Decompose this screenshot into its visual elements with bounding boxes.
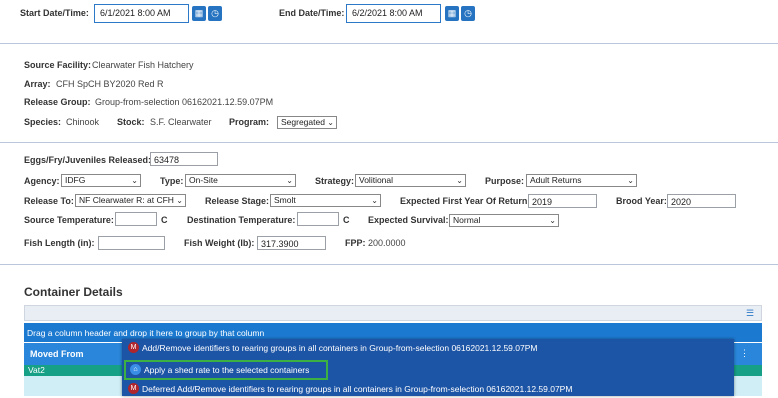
program-label: Program:: [229, 117, 270, 127]
column-menu-icon[interactable]: ⋮: [740, 348, 749, 359]
end-calendar-icon[interactable]: ▦: [445, 6, 459, 21]
start-date-input[interactable]: 6/1/2021 8:00 AM: [94, 4, 189, 23]
divider: [0, 264, 778, 265]
grid-toolbar: [24, 305, 762, 321]
menu-item-apply-shed-rate[interactable]: ⌂ Apply a shed rate to the selected cont…: [124, 360, 328, 380]
m-circle-icon: M: [128, 383, 139, 394]
released-label: Eggs/Fry/Juveniles Released:: [24, 155, 152, 165]
type-label: Type:: [160, 176, 184, 186]
array-value: CFH SpCH BY2020 Red R: [56, 79, 164, 89]
strategy-label: Strategy:: [315, 176, 355, 186]
group-panel-hint: Drag a column header and drop it here to…: [27, 328, 265, 338]
type-select[interactable]: On-Site ⌄: [185, 174, 296, 187]
end-clock-icon[interactable]: ◷: [461, 6, 475, 21]
fpp-value: 200.0000: [368, 238, 406, 248]
release-stage-label: Release Stage:: [205, 196, 270, 206]
source-temperature-input[interactable]: [115, 212, 157, 226]
end-date-label: End Date/Time:: [279, 8, 345, 18]
array-label: Array:: [24, 79, 51, 89]
container-details-title: Container Details: [24, 285, 123, 299]
program-select[interactable]: Segregated ⌄: [277, 116, 337, 129]
fish-length-label: Fish Length (in):: [24, 238, 95, 248]
destination-temperature-input[interactable]: [297, 212, 339, 226]
stock-label: Stock:: [117, 117, 145, 127]
start-date-label: Start Date/Time:: [20, 8, 89, 18]
agency-label: Agency:: [24, 176, 60, 186]
column-chooser-icon[interactable]: ☰: [746, 308, 756, 318]
purpose-select[interactable]: Adult Returns ⌄: [526, 174, 637, 187]
divider: [0, 43, 778, 44]
brood-year-input[interactable]: 2020: [667, 194, 736, 208]
menu-item-add-remove-identifiers[interactable]: M Add/Remove identifiers to rearing grou…: [122, 339, 734, 357]
strategy-select[interactable]: Volitional ⌄: [355, 174, 466, 187]
brood-year-label: Brood Year:: [616, 196, 667, 206]
first-year-return-label: Expected First Year Of Return:: [400, 196, 531, 206]
destination-temperature-label: Destination Temperature:: [187, 215, 296, 225]
m-circle-icon: M: [128, 342, 139, 353]
release-group-label: Release Group:: [24, 97, 91, 107]
destination-temperature-unit: C: [343, 215, 350, 225]
expected-survival-select[interactable]: Normal ⌄: [449, 214, 559, 227]
source-facility-label: Source Facility:: [24, 60, 92, 70]
fish-weight-input[interactable]: 317.3900: [257, 236, 326, 250]
menu-item-label: Apply a shed rate to the selected contai…: [144, 365, 310, 375]
release-to-label: Release To:: [24, 196, 74, 206]
menu-item-label: Add/Remove identifiers to rearing groups…: [142, 343, 538, 353]
release-to-select[interactable]: NF Clearwater R: at CFH ⌄: [75, 194, 186, 207]
menu-item-deferred-add-remove[interactable]: M Deferred Add/Remove identifiers to rea…: [122, 380, 734, 398]
expected-survival-label: Expected Survival:: [368, 215, 449, 225]
source-facility-value: Clearwater Fish Hatchery: [92, 60, 194, 70]
source-temperature-unit: C: [161, 215, 168, 225]
start-clock-icon[interactable]: ◷: [208, 6, 222, 21]
end-date-input[interactable]: 6/2/2021 8:00 AM: [346, 4, 441, 23]
start-calendar-icon[interactable]: ▦: [192, 6, 206, 21]
fish-shed-icon: ⌂: [130, 364, 141, 375]
menu-item-label: Deferred Add/Remove identifiers to reari…: [142, 384, 573, 394]
release-group-value: Group-from-selection 06162021.12.59.07PM: [95, 97, 274, 107]
species-label: Species:: [24, 117, 62, 127]
table-cell-moved-from: Vat2: [28, 365, 45, 375]
purpose-label: Purpose:: [485, 176, 525, 186]
released-input[interactable]: 63478: [150, 152, 218, 166]
column-header-moved-from[interactable]: Moved From: [30, 349, 84, 359]
fish-weight-label: Fish Weight (lb):: [184, 238, 255, 248]
first-year-return-input[interactable]: 2019: [528, 194, 597, 208]
source-temperature-label: Source Temperature:: [24, 215, 114, 225]
species-value: Chinook: [66, 117, 100, 127]
agency-select[interactable]: IDFG ⌄: [61, 174, 141, 187]
divider: [0, 142, 778, 143]
fish-length-input[interactable]: [98, 236, 165, 250]
release-stage-select[interactable]: Smolt ⌄: [270, 194, 381, 207]
fpp-label: FPP:: [345, 238, 366, 248]
stock-value: S.F. Clearwater: [150, 117, 212, 127]
